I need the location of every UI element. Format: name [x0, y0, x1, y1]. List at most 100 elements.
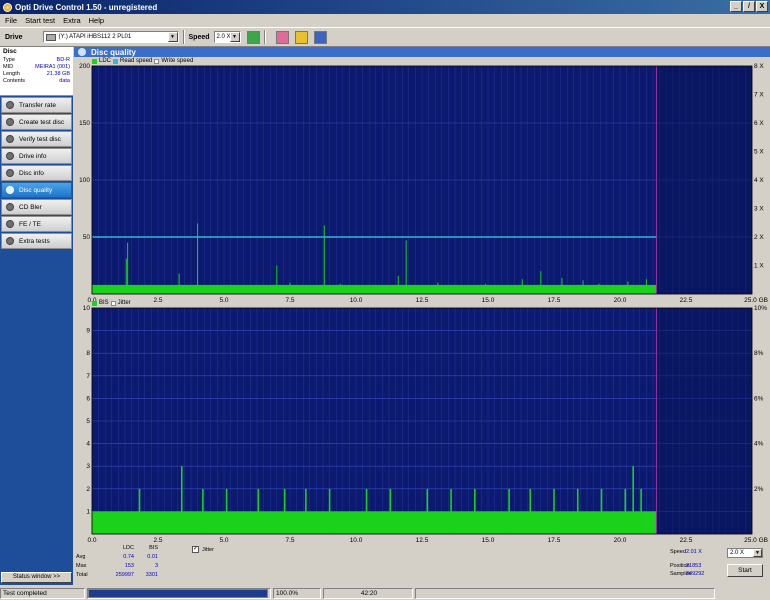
progress-bar [88, 589, 268, 598]
stats-total-label: Total [76, 572, 88, 578]
chevron-down-icon[interactable]: ▼ [753, 549, 762, 557]
menu-file[interactable]: File [5, 16, 17, 25]
elapsed-time: 42:20 [323, 588, 413, 599]
speed-stat-label: Speed [670, 549, 686, 555]
chevron-down-icon[interactable]: ▼ [167, 32, 178, 42]
nav-transfer-rate[interactable]: Transfer rate [1, 97, 72, 113]
speed-label: Speed [188, 33, 210, 41]
disc-row-mid: MID MEIRA1 (001) [3, 64, 70, 71]
start-button[interactable]: Start [727, 564, 763, 577]
nav-drive-info[interactable]: Drive info [1, 148, 72, 164]
disc-row-contents: Contents data [3, 78, 70, 85]
y2-tick-label: 8 X [754, 63, 764, 70]
y2-tick-label: 5 X [754, 149, 764, 156]
status-extra [415, 588, 715, 599]
nav-label: Drive info [19, 152, 47, 160]
ldc-swatch [92, 58, 97, 64]
disc-type-label: Type [3, 57, 15, 63]
checkbox-box[interactable]: ✓ [192, 546, 199, 553]
disc-info-panel: Disc Type BD-R MID MEIRA1 (001) Length 21.3… [0, 47, 73, 96]
fe-te-icon [6, 220, 14, 228]
test-speed-select[interactable]: 2.0 X ▼ [727, 548, 763, 558]
save-icon[interactable] [313, 30, 327, 44]
nav-create-test-disc[interactable]: Create test disc [1, 114, 72, 130]
disc-contents-label: Contents [3, 78, 26, 84]
jitter-checkbox-label: Jitter [202, 546, 214, 553]
test-speed-value: 2.0 X [730, 550, 745, 556]
speed-stat-value: 2.01 X [686, 549, 702, 555]
title-bar: Opti Drive Control 1.50 - unregistered _… [0, 0, 770, 14]
erase-icon[interactable] [275, 30, 289, 44]
y-tick-label: 50 [83, 234, 91, 241]
disc-header: Disc [3, 48, 17, 55]
unused-area [656, 66, 752, 294]
y-tick-label: 1 [86, 508, 90, 515]
drive-icon [45, 33, 56, 41]
nav-disc-info[interactable]: Disc info [1, 165, 72, 181]
app-icon [3, 2, 12, 12]
y2-tick-label: 8% [754, 350, 764, 357]
y2-tick-label: 6 X [754, 120, 764, 127]
toolbar-separator [182, 30, 185, 44]
ldc-baseline-bars [92, 284, 657, 294]
close-button[interactable]: X [756, 1, 768, 12]
legend-bis: BIS [99, 300, 109, 306]
stats-panel: LDC BIS Avg 0.74 0.01 Max 153 3 Total 25… [74, 542, 770, 585]
drive-label: Drive [5, 33, 23, 41]
y2-tick-label: 3 X [754, 206, 764, 213]
nav-extra-tests[interactable]: Extra tests [1, 233, 72, 249]
x-tick-label: 20.0 [614, 297, 627, 304]
nav-fe-te[interactable]: FE / TE [1, 216, 72, 232]
y2-tick-label: 10% [754, 305, 767, 312]
y-tick-label: 8 [86, 350, 90, 357]
drive-value: (Y:) ATAPI iHBS112 2 PL01 [58, 34, 132, 40]
jitter-swatch [110, 300, 116, 306]
disc-type-value: BD-R [56, 57, 70, 63]
jitter-checkbox[interactable]: ✓ Jitter [192, 546, 214, 553]
toolbar: Drive (Y:) ATAPI iHBS112 2 PL01 ▼ Speed … [0, 27, 770, 47]
x-tick-label: 17.5 [548, 297, 561, 304]
maximize-button[interactable]: ̸ [743, 1, 755, 12]
disc-mid-label: MID [3, 64, 14, 70]
menu-start-test[interactable]: Start test [25, 16, 55, 25]
nav-cd-bler[interactable]: CD Bler [1, 199, 72, 215]
disc-info-icon [6, 169, 14, 177]
disc-length-value: 21.38 GB [46, 71, 70, 77]
stats-avg-label: Avg [76, 554, 86, 560]
menu-help[interactable]: Help [89, 16, 104, 25]
legend-jitter: Jitter [117, 300, 131, 306]
y-tick-label: 2 [86, 486, 90, 493]
chevron-down-icon[interactable]: ▼ [229, 32, 240, 42]
menu-extra[interactable]: Extra [63, 16, 81, 25]
minimize-button[interactable]: _ [730, 1, 742, 12]
y-tick-label: 3 [86, 463, 90, 470]
nav-label: Transfer rate [19, 101, 56, 109]
disc-mid-value: MEIRA1 (001) [35, 64, 70, 70]
y2-tick-label: 4% [754, 441, 764, 448]
status-window-button[interactable]: Status window >> [1, 572, 72, 583]
main-panel: Disc quality LDC Read speed Write speed … [74, 47, 770, 585]
nav-label: Create test disc [19, 118, 65, 126]
status-bar: Test completed 100.0% 42:20 [0, 587, 770, 600]
stats-header-bis: BIS [149, 545, 158, 551]
bis-baseline-bars [92, 511, 657, 534]
drive-select[interactable]: (Y:) ATAPI iHBS112 2 PL01 ▼ [42, 31, 179, 43]
nav-label: CD Bler [19, 203, 42, 211]
disc-row-type: Type BD-R [3, 57, 70, 64]
speed-value: 2.0 X [216, 34, 231, 40]
refresh-icon[interactable] [246, 30, 260, 44]
progress-percent: 100.0% [273, 588, 321, 599]
options-icon[interactable] [294, 30, 308, 44]
window-title: Opti Drive Control 1.50 - unregistered [15, 2, 158, 12]
nav-disc-quality[interactable]: Disc quality [1, 182, 72, 198]
y-tick-label: 6 [86, 395, 90, 402]
disc-length-label: Length [3, 71, 20, 77]
x-tick-label: 22.5 [680, 297, 693, 304]
sidebar: Disc Type BD-R MID MEIRA1 (001) Length 21.3… [0, 47, 73, 585]
nav-verify-test-disc[interactable]: Verify test disc [1, 131, 72, 147]
y-tick-label: 9 [86, 328, 90, 335]
x-tick-label: 15.0 [482, 297, 495, 304]
verify-disc-icon [6, 135, 14, 143]
y2-tick-label: 2% [754, 486, 764, 493]
speed-select[interactable]: 2.0 X ▼ [213, 31, 241, 43]
